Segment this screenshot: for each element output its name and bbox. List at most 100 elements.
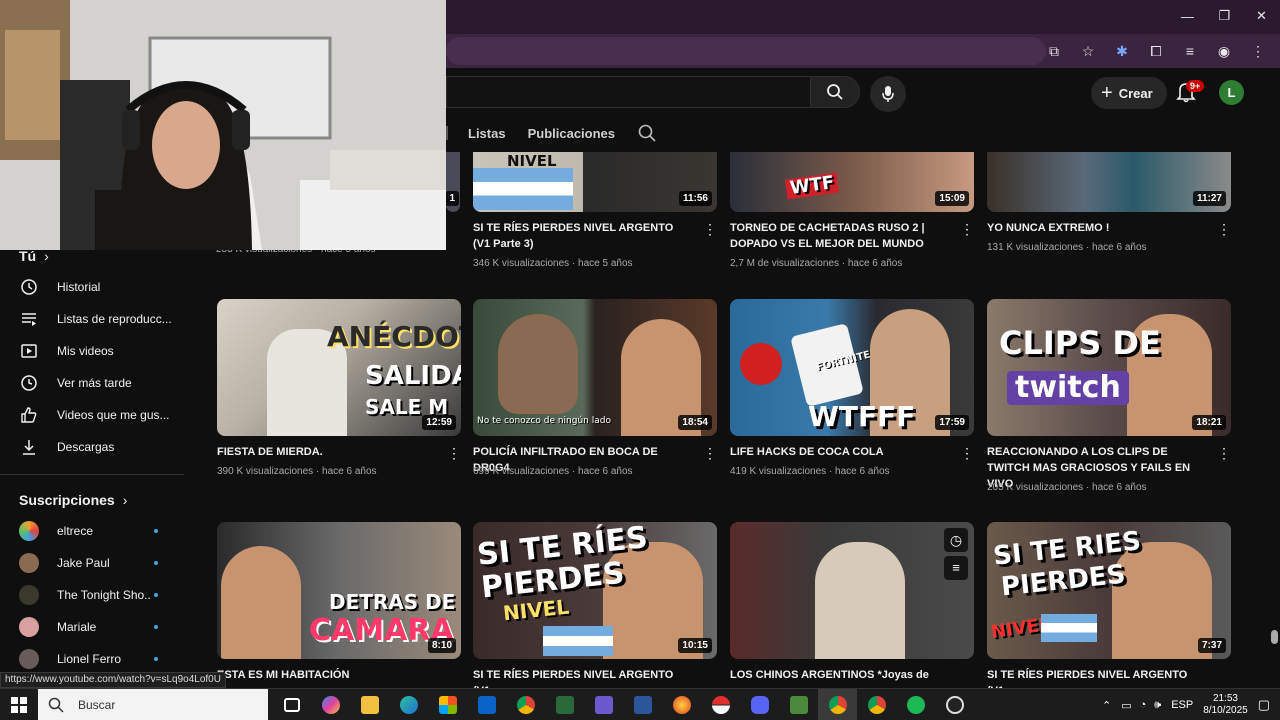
video-card[interactable]: SI TE RÍES PIERDES NIVEL 10:15 SI TE RÍE… xyxy=(473,522,717,697)
watch-later-icon[interactable]: ◷ xyxy=(944,528,968,552)
scrollbar-thumb[interactable] xyxy=(1271,630,1278,644)
sidebar-you-heading[interactable]: Tú › xyxy=(19,248,49,264)
task-view-icon[interactable] xyxy=(272,689,311,720)
edge-icon[interactable] xyxy=(389,689,428,720)
taskbar-clock[interactable]: 21:53 8/10/2025 xyxy=(1203,693,1248,717)
spotify-icon[interactable] xyxy=(896,689,935,720)
subscription-item[interactable]: Mariale xyxy=(0,611,184,643)
extensions-puzzle-icon[interactable]: ⧠ xyxy=(1142,39,1170,63)
video-menu-icon[interactable]: ⋮ xyxy=(447,446,461,462)
video-card[interactable]: No te conozco de ningún lado 18:54 POLIC… xyxy=(473,299,717,477)
translate-extension-icon[interactable]: ✱ xyxy=(1108,39,1136,63)
video-card[interactable]: FORTNITE WTFFF 17:59 LIFE HACKS DE COCA … xyxy=(730,299,974,477)
sidebar-item-history[interactable]: Historial xyxy=(0,271,184,303)
video-thumbnail[interactable]: SI TE RÍES PIERDES NIVEL 10:15 xyxy=(473,522,717,659)
page-scrollbar[interactable] xyxy=(1270,114,1280,686)
file-explorer-icon[interactable] xyxy=(350,689,389,720)
start-button[interactable] xyxy=(0,689,38,720)
minecraft-icon[interactable] xyxy=(779,689,818,720)
video-title[interactable]: LOS CHINOS ARGENTINOS *Joyas de xyxy=(730,667,948,683)
taskbar-search-input[interactable]: Buscar xyxy=(38,689,268,720)
tab-listas[interactable]: Listas xyxy=(468,126,506,141)
video-thumbnail[interactable]: NIVEL 11:56 xyxy=(473,152,717,212)
game-app-icon[interactable] xyxy=(662,689,701,720)
chrome-alt-icon[interactable] xyxy=(857,689,896,720)
wifi-icon[interactable]: ◔ xyxy=(1140,699,1147,711)
sidebar-item-playlists[interactable]: Listas de reproducc... xyxy=(0,303,184,335)
install-app-icon[interactable]: ⧉ xyxy=(1040,39,1068,63)
minimize-button[interactable]: — xyxy=(1169,0,1206,32)
sidebar-subscriptions-heading[interactable]: Suscripciones › xyxy=(19,492,127,508)
tab-publicaciones[interactable]: Publicaciones xyxy=(528,126,615,141)
video-menu-icon[interactable]: ⋮ xyxy=(1217,446,1231,462)
search-button[interactable] xyxy=(810,76,860,108)
address-field[interactable] xyxy=(446,37,1046,65)
create-button[interactable]: + Crear xyxy=(1091,77,1167,109)
video-menu-icon[interactable]: ⋮ xyxy=(960,222,974,238)
video-menu-icon[interactable]: ⋮ xyxy=(703,222,717,238)
pdf-editor-icon[interactable] xyxy=(545,689,584,720)
video-title[interactable]: TORNEO DE CACHETADAS RUSO 2 | DOPADO VS … xyxy=(730,220,948,252)
microsoft-store-icon[interactable] xyxy=(428,689,467,720)
video-title[interactable]: LIFE HACKS DE COCA COLA xyxy=(730,444,948,460)
subscription-item[interactable]: Lionel Ferro xyxy=(0,643,184,675)
sidebar-item-downloads[interactable]: Descargas xyxy=(0,431,184,463)
discord-icon[interactable] xyxy=(740,689,779,720)
copilot-icon[interactable] xyxy=(311,689,350,720)
video-thumbnail[interactable]: 11:27 xyxy=(987,152,1231,212)
account-avatar[interactable]: L xyxy=(1219,80,1244,105)
word-icon[interactable] xyxy=(584,689,623,720)
video-card[interactable]: SI TE RIES PIERDES NIVEL 7:37 SI TE RÍES… xyxy=(987,522,1231,697)
search-input[interactable] xyxy=(446,76,810,108)
close-button[interactable]: ✕ xyxy=(1243,0,1280,32)
video-thumbnail[interactable]: DETRAS DE CAMARA 8:10 xyxy=(217,522,461,659)
notifications-icon[interactable]: ▢ xyxy=(1258,697,1270,713)
channel-search-icon[interactable] xyxy=(637,123,657,143)
subscription-item[interactable]: eltrece xyxy=(0,515,184,547)
bookmark-star-icon[interactable]: ☆ xyxy=(1074,39,1102,63)
chrome-profile-icon[interactable] xyxy=(818,689,857,720)
video-menu-icon[interactable]: ⋮ xyxy=(960,446,974,462)
video-card[interactable]: ◷ ≡ LOS CHINOS ARGENTINOS *Joyas de xyxy=(730,522,974,681)
add-to-queue-icon[interactable]: ≡ xyxy=(944,556,968,580)
network-icon[interactable]: ▭ xyxy=(1121,699,1131,712)
video-thumbnail[interactable]: ◷ ≡ xyxy=(730,522,974,659)
video-title[interactable]: YO NUNCA EXTREMO ! xyxy=(987,220,1205,236)
pokeball-app-icon[interactable] xyxy=(701,689,740,720)
media-control-icon[interactable]: ≡ xyxy=(1176,39,1204,63)
video-thumbnail[interactable]: SI TE RIES PIERDES NIVEL 7:37 xyxy=(987,522,1231,659)
video-card[interactable]: ANÉCDOTA SALIDA SALE M 12:59 FIESTA DE M… xyxy=(217,299,461,477)
sidebar-item-watch-later[interactable]: Ver más tarde xyxy=(0,367,184,399)
sidebar-item-liked-videos[interactable]: Videos que me gus... xyxy=(0,399,184,431)
video-menu-icon[interactable]: ⋮ xyxy=(1217,222,1231,238)
video-thumbnail[interactable]: 1 xyxy=(446,152,460,212)
volume-icon[interactable]: 🕪 xyxy=(1154,699,1161,712)
sidebar-item-my-videos[interactable]: Mis videos xyxy=(0,335,184,367)
video-title[interactable]: ESTA ES MI HABITACIÓN xyxy=(217,667,435,683)
menu-kebab-icon[interactable]: ⋮ xyxy=(1244,39,1272,63)
video-card[interactable]: CLIPS DE twitch 18:21 REACCIONANDO A LOS… xyxy=(987,299,1231,493)
chrome-icon[interactable] xyxy=(506,689,545,720)
profile-icon[interactable]: ◉ xyxy=(1210,39,1238,63)
subscription-label: Jake Paul xyxy=(57,556,110,570)
subscription-item[interactable]: The Tonight Sho... xyxy=(0,579,184,611)
chevron-up-icon[interactable]: ⌃ xyxy=(1102,699,1111,712)
video-duration: 7:37 xyxy=(1197,638,1226,653)
subscription-item[interactable]: Jake Paul xyxy=(0,547,184,579)
video-thumbnail[interactable]: ANÉCDOTA SALIDA SALE M 12:59 xyxy=(217,299,461,436)
maximize-button[interactable]: ❐ xyxy=(1206,0,1243,32)
microsoft-word-icon[interactable] xyxy=(623,689,662,720)
voice-search-button[interactable] xyxy=(870,76,906,112)
video-thumbnail[interactable]: FORTNITE WTFFF 17:59 xyxy=(730,299,974,436)
video-title[interactable]: FIESTA DE MIERDA. xyxy=(217,444,435,460)
outlook-icon[interactable] xyxy=(467,689,506,720)
video-thumbnail[interactable]: No te conozco de ningún lado 18:54 xyxy=(473,299,717,436)
obs-icon[interactable] xyxy=(935,689,974,720)
video-thumbnail[interactable]: CLIPS DE twitch 18:21 xyxy=(987,299,1231,436)
new-content-dot xyxy=(154,561,158,565)
video-title[interactable]: SI TE RÍES PIERDES NIVEL ARGENTO (V1 Par… xyxy=(473,220,691,252)
video-card[interactable]: DETRAS DE CAMARA 8:10 ESTA ES MI HABITAC… xyxy=(217,522,461,681)
video-thumbnail[interactable]: WTF 15:09 xyxy=(730,152,974,212)
language-indicator[interactable]: ESP xyxy=(1171,699,1193,711)
video-menu-icon[interactable]: ⋮ xyxy=(703,446,717,462)
